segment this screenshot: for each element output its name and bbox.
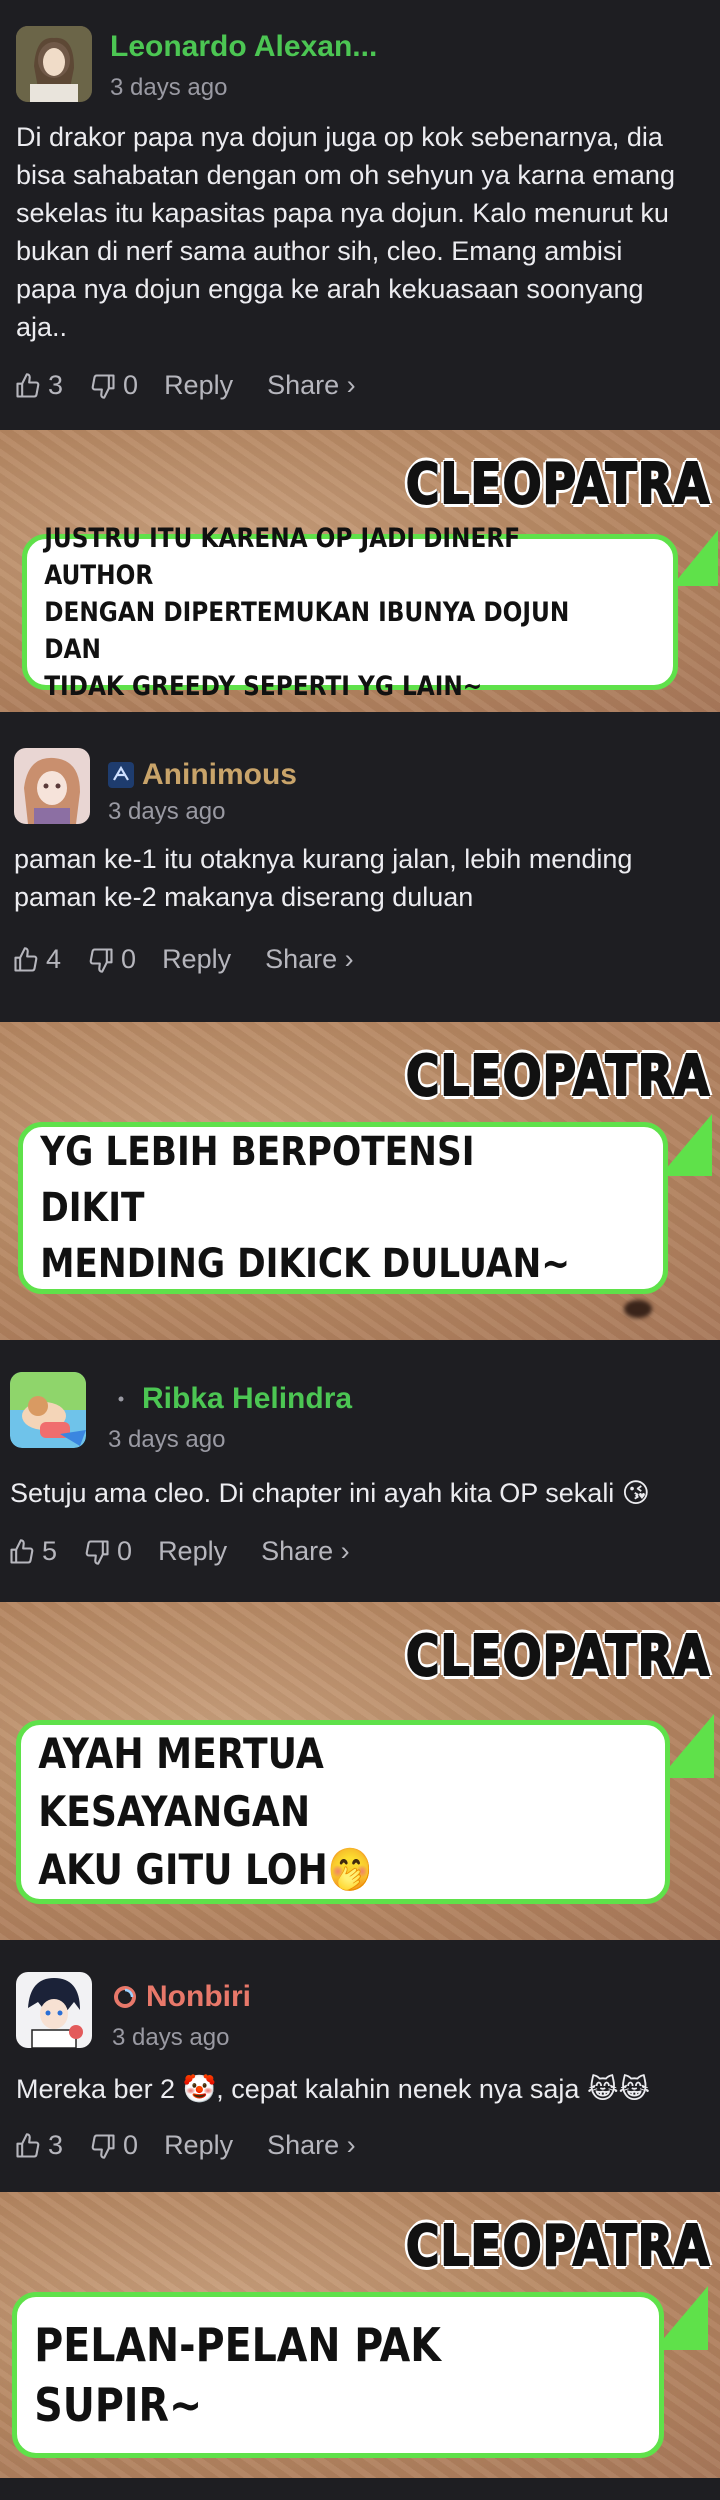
author-name[interactable]: Leonardo Alexan... bbox=[110, 30, 377, 64]
like-count: 3 bbox=[48, 2130, 64, 2160]
speaker-name: CLEOPATRA bbox=[405, 1043, 710, 1110]
reply-button[interactable]: Reply bbox=[164, 2130, 233, 2161]
like-count: 5 bbox=[42, 1536, 58, 1566]
dislike-count: 0 bbox=[123, 2130, 139, 2160]
user-avatar-icon bbox=[16, 1972, 92, 2048]
bubble-text: PELAN-PELAN PAK SUPIR~ bbox=[34, 2318, 441, 2432]
thumbs-up-icon bbox=[10, 1538, 34, 1564]
reply-panel: CLEOPATRA JUSTRU ITU KARENA OP JADI DINE… bbox=[0, 430, 720, 712]
comment-body: Mereka ber 2 🤡, cepat kalahin nenek nya … bbox=[16, 2074, 651, 2104]
speaker-name: CLEOPATRA bbox=[405, 2213, 710, 2280]
comment-card: Leonardo Alexan... 3 days ago Di drakor … bbox=[0, 0, 720, 430]
dot-badge-icon bbox=[108, 1386, 134, 1412]
avatar[interactable] bbox=[14, 748, 90, 824]
dislike-button[interactable]: 0 bbox=[89, 370, 138, 401]
avatar[interactable] bbox=[10, 1372, 86, 1448]
comment-card: Aninimous 3 days ago paman ke-1 itu otak… bbox=[0, 712, 720, 1022]
comment-card: Nonbiri 3 days ago Mereka ber 2 🤡, cepat… bbox=[0, 1940, 720, 2192]
dislike-count: 0 bbox=[123, 370, 139, 400]
timestamp: 3 days ago bbox=[112, 2024, 230, 2051]
reply-button[interactable]: Reply bbox=[158, 1536, 227, 1567]
comment-card: Ribka Helindra 3 days ago Setuju ama cle… bbox=[0, 1340, 720, 1602]
like-button[interactable]: 5 bbox=[8, 1536, 57, 1567]
user-avatar-icon bbox=[16, 26, 92, 102]
swirl-badge-icon bbox=[112, 1984, 138, 2010]
like-count: 3 bbox=[48, 370, 64, 400]
thumbs-up-icon bbox=[16, 2132, 40, 2158]
dislike-button[interactable]: 0 bbox=[87, 944, 136, 975]
reply-panel: CLEOPATRA YG LEBIH BERPOTENSI DIKIT MEND… bbox=[0, 1022, 720, 1340]
reply-button[interactable]: Reply bbox=[164, 370, 233, 401]
speaker-name: CLEOPATRA bbox=[405, 451, 710, 518]
ninja-badge-icon bbox=[108, 762, 134, 788]
share-button[interactable]: Share › bbox=[261, 1536, 350, 1567]
thumbs-down-icon bbox=[91, 2133, 115, 2159]
like-button[interactable]: 3 bbox=[14, 2130, 63, 2161]
comment-body: paman ke-1 itu otaknya kurang jalan, leb… bbox=[14, 844, 633, 912]
speech-bubble: PELAN-PELAN PAK SUPIR~ bbox=[12, 2292, 664, 2458]
sand-mark bbox=[624, 1300, 652, 1318]
author-name[interactable]: Aninimous bbox=[142, 758, 297, 792]
avatar[interactable] bbox=[16, 26, 92, 102]
author-name[interactable]: Ribka Helindra bbox=[142, 1382, 352, 1416]
dislike-button[interactable]: 0 bbox=[89, 2130, 138, 2161]
share-button[interactable]: Share › bbox=[267, 370, 356, 401]
speech-bubble: AYAH MERTUA KESAYANGAN AKU GITU LOH🤭 bbox=[16, 1720, 670, 1904]
reply-button[interactable]: Reply bbox=[162, 944, 231, 975]
reply-panel: CLEOPATRA PELAN-PELAN PAK SUPIR~ bbox=[0, 2192, 720, 2478]
thumbs-down-icon bbox=[91, 373, 115, 399]
bubble-text: JUSTRU ITU KARENA OP JADI DINERF AUTHOR … bbox=[44, 522, 570, 702]
speech-bubble: YG LEBIH BERPOTENSI DIKIT MENDING DIKICK… bbox=[18, 1122, 668, 1294]
timestamp: 3 days ago bbox=[108, 798, 226, 825]
timestamp: 3 days ago bbox=[110, 74, 228, 101]
dislike-count: 0 bbox=[121, 944, 137, 974]
speech-bubble: JUSTRU ITU KARENA OP JADI DINERF AUTHOR … bbox=[22, 523, 678, 702]
thumbs-up-icon bbox=[14, 946, 38, 972]
share-button[interactable]: Share › bbox=[265, 944, 354, 975]
dislike-count: 0 bbox=[117, 1536, 133, 1566]
bubble-text: YG LEBIH BERPOTENSI DIKIT MENDING DIKICK… bbox=[40, 1129, 571, 1287]
like-count: 4 bbox=[46, 944, 62, 974]
bottom-strip bbox=[0, 2478, 720, 2500]
like-button[interactable]: 3 bbox=[14, 370, 63, 401]
dislike-button[interactable]: 0 bbox=[83, 1536, 132, 1567]
thumbs-up-icon bbox=[16, 372, 40, 398]
like-button[interactable]: 4 bbox=[12, 944, 61, 975]
bubble-text: AYAH MERTUA KESAYANGAN AKU GITU LOH🤭 bbox=[38, 1729, 373, 1894]
user-avatar-icon bbox=[10, 1372, 86, 1448]
share-button[interactable]: Share › bbox=[267, 2130, 356, 2161]
bubble-tail bbox=[672, 530, 718, 586]
user-avatar-icon bbox=[14, 748, 90, 824]
avatar[interactable] bbox=[16, 1972, 92, 2048]
comment-body: Di drakor papa nya dojun juga op kok seb… bbox=[16, 122, 675, 342]
reply-panel: CLEOPATRA AYAH MERTUA KESAYANGAN AKU GIT… bbox=[0, 1602, 720, 1940]
thumbs-down-icon bbox=[85, 1539, 109, 1565]
comment-body: Setuju ama cleo. Di chapter ini ayah kit… bbox=[10, 1478, 650, 1508]
author-name[interactable]: Nonbiri bbox=[146, 1980, 251, 2014]
speaker-name: CLEOPATRA bbox=[405, 1623, 710, 1690]
timestamp: 3 days ago bbox=[108, 1426, 226, 1453]
thumbs-down-icon bbox=[89, 947, 113, 973]
